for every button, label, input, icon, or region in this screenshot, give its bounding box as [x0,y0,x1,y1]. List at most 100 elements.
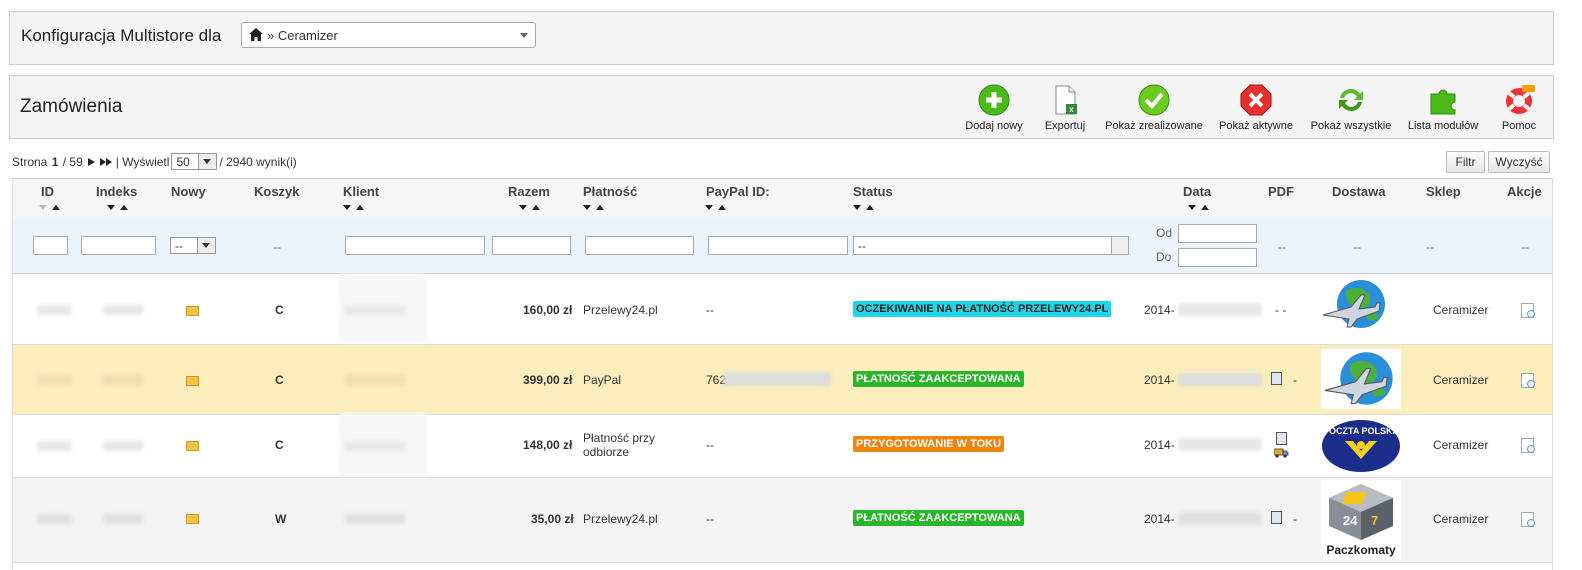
date-cell: 2014- [1144,373,1175,387]
shop-select-value: » Ceramizer [267,28,338,43]
invoice-icon[interactable] [1276,432,1287,445]
filter-date-to-input[interactable] [1178,248,1257,267]
col-new: Nowy [171,184,206,199]
filter-cart-empty: -- [273,240,281,254]
total-cell: 399,00 zł [523,373,573,387]
view-order-icon[interactable] [1521,373,1535,388]
last-page-icon[interactable] [99,157,113,167]
col-id: ID [41,184,54,199]
orders-table: ID Indeks Nowy Koszyk Klient Razem Płatn… [12,178,1553,570]
per-page-value: 50 [176,155,190,169]
sort-date-icon[interactable] [1188,204,1210,211]
next-page-icon[interactable] [87,157,97,167]
courier-globe-icon [1324,352,1393,405]
table-row[interactable]: W 35,00 zł Przelewy24.pl -- PŁATNOŚĆ ZAA… [13,478,1552,563]
current-page: 1 [51,154,59,169]
multistore-label: Konfiguracja Multistore dla [21,26,222,45]
courier-globe-icon [1322,280,1385,328]
view-order-icon[interactable] [1521,512,1535,527]
export-label: Exportuj [1044,120,1086,132]
paypal-cell: -- [706,303,714,317]
page-label: Strona [12,154,48,169]
col-pdf: PDF [1268,184,1294,199]
col-client: Klient [343,184,380,199]
page-count: / 59 [62,154,83,169]
filter-total-input[interactable] [492,236,571,255]
payment-cell: Przelewy24.pl [583,303,658,317]
status-badge: PRZYGOTOWANIE W TOKU [853,436,1005,452]
view-order-icon[interactable] [1521,438,1535,453]
filter-payment-input[interactable] [585,236,694,255]
show-label: | Wyświetl [115,154,170,169]
payment-cell: Płatność przy odbiorze [583,431,656,459]
filter-date-from-input[interactable] [1178,224,1257,243]
chevron-down-icon [520,33,528,38]
sort-index-icon[interactable] [107,204,129,211]
filter-paypal-input[interactable] [708,236,848,255]
reset-filter-button[interactable]: Wyczyść [1488,151,1550,173]
invoice-icon[interactable] [1271,511,1282,524]
filter-id-input[interactable] [33,236,68,255]
show-active-button[interactable]: Pokaż aktywne [1216,84,1296,132]
delivery-slip-icon[interactable] [1274,447,1289,458]
sort-status-icon[interactable] [853,204,875,211]
cross-icon [1240,84,1272,116]
sort-paypal-icon[interactable] [705,204,727,211]
filter-actions-empty: -- [1521,240,1529,254]
refresh-icon [1339,89,1363,111]
new-message-icon[interactable] [186,376,199,386]
filter-index-input[interactable] [81,236,156,255]
shop-select[interactable]: » Ceramizer [241,22,536,48]
new-message-icon[interactable] [186,306,199,316]
col-cart: Koszyk [254,184,300,199]
svg-text:POCZTA POLSKA: POCZTA POLSKA [1323,426,1399,436]
filter-row: -- -- -- Od Do -- -- -- -- [13,218,1552,274]
svg-text:7: 7 [1371,513,1378,528]
show-all-button[interactable]: Pokaż wszystkie [1306,84,1396,132]
paypal-cell: -- [706,512,714,526]
pdf-cell: - [1293,373,1297,387]
per-page-select[interactable]: 50 [171,153,218,170]
new-message-icon[interactable] [186,514,199,524]
invoice-icon[interactable] [1271,372,1282,385]
sort-payment-icon[interactable] [583,204,605,211]
help-button[interactable]: Pomoc [1497,84,1541,132]
filter-date-from-label: Od [1156,226,1173,240]
show-all-label: Pokaż wszystkie [1310,120,1392,132]
lifebuoy-icon [1506,85,1535,114]
puzzle-icon [1430,89,1456,115]
table-row[interactable]: C 399,00 zł PayPal 762 PŁATNOŚĆ ZAAKCEPT… [13,345,1552,415]
shop-cell: Ceramizer [1433,303,1489,317]
col-status: Status [853,184,893,199]
paczkomaty-label: Paczkomaty [1326,543,1396,557]
date-cell: 2014- [1144,303,1175,317]
filter-button[interactable]: Filtr [1446,151,1485,173]
show-completed-label: Pokaż zrealizowane [1105,120,1203,132]
shop-cell: Ceramizer [1433,512,1489,526]
show-completed-button[interactable]: Pokaż zrealizowane [1102,84,1206,132]
table-row[interactable]: C 148,00 zł Płatność przy odbiorze -- PR… [13,413,1552,478]
export-icon: x [1055,85,1077,115]
filter-shop-empty: -- [1426,240,1434,254]
poczta-polska-logo: POCZTA POLSKA [1322,420,1400,472]
filter-status-select[interactable]: -- [853,236,1129,255]
new-message-icon[interactable] [186,441,199,451]
paypal-cell: -- [706,438,714,452]
home-icon [249,28,263,41]
export-button[interactable]: x Exportuj [1040,84,1090,132]
sort-id-icon[interactable] [39,204,61,211]
sort-total-icon[interactable] [519,204,541,211]
total-cell: 160,00 zł [523,303,573,317]
filter-new-select[interactable]: -- [170,237,216,254]
col-payment: Płatność [583,184,638,199]
module-list-button[interactable]: Lista modułów [1406,84,1480,132]
chevron-down-icon [198,154,217,169]
table-row[interactable]: C 160,00 zł Przelewy24.pl -- OCZEKIWANIE… [13,273,1552,345]
sort-client-icon[interactable] [343,204,365,211]
payment-cell: PayPal [583,373,622,387]
paczkomaty-cube-icon: 7 24 [1329,484,1393,540]
payment-cell: Przelewy24.pl [583,512,658,526]
filter-client-input[interactable] [345,236,485,255]
add-new-button[interactable]: Dodaj nowy [963,84,1025,132]
view-order-icon[interactable] [1521,303,1535,318]
